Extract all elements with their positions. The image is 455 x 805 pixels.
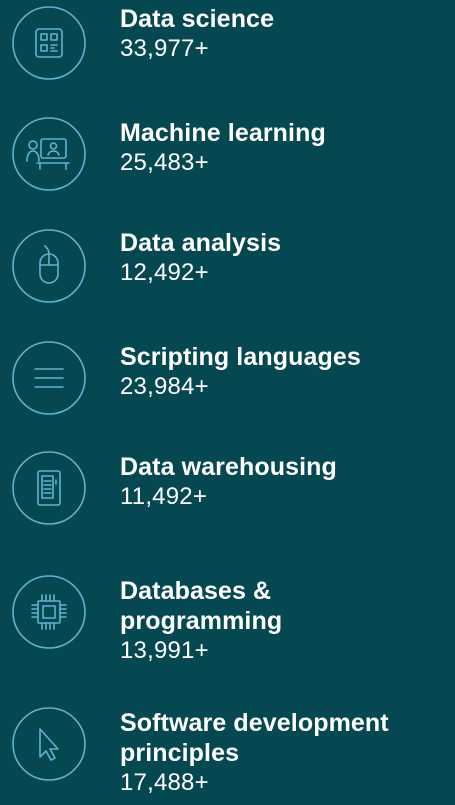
skill-text: Data warehousing 11,492+ [120,452,455,512]
skill-title: Data science [120,5,275,33]
skill-count: 13,991+ [120,637,209,664]
skill-count: 23,984+ [120,373,209,400]
skill-title: Machine learning [120,119,326,147]
skill-title: Data warehousing [120,453,337,481]
skill-count: 11,492+ [120,483,208,510]
skills-list-page: { "skills": [ { "icon": "grid-icon", "ti… [0,0,455,805]
skill-text: Machine learning 25,483+ [120,118,455,178]
skill-text: Scripting languages 23,984+ [120,342,455,402]
skill-text: Databases & programming 13,991+ [120,576,455,666]
skill-count: 25,483+ [120,149,209,176]
skill-title-line-1: Databases & [120,577,272,605]
mouse-icon [10,227,88,305]
skill-title: Data analysis [120,229,282,257]
server-icon [10,449,88,527]
skill-text: Data science 33,977+ [120,4,455,64]
skill-text: Software development principles 17,488+ [120,708,455,798]
skill-title-line-1: Software development [120,709,389,737]
chip-icon [10,573,88,651]
skill-text: Data analysis 12,492+ [120,228,455,288]
skill-title-line-2: principles [120,739,240,767]
skill-count: 33,977+ [120,35,209,62]
presenter-icon [10,115,88,193]
menu-icon [10,339,88,417]
skill-title-line-2: programming [120,607,283,635]
grid-icon [10,4,88,82]
skill-count: 17,488+ [120,769,209,796]
skill-count: 12,492+ [120,259,209,286]
skill-title: Scripting languages [120,343,361,371]
cursor-icon [10,705,88,783]
